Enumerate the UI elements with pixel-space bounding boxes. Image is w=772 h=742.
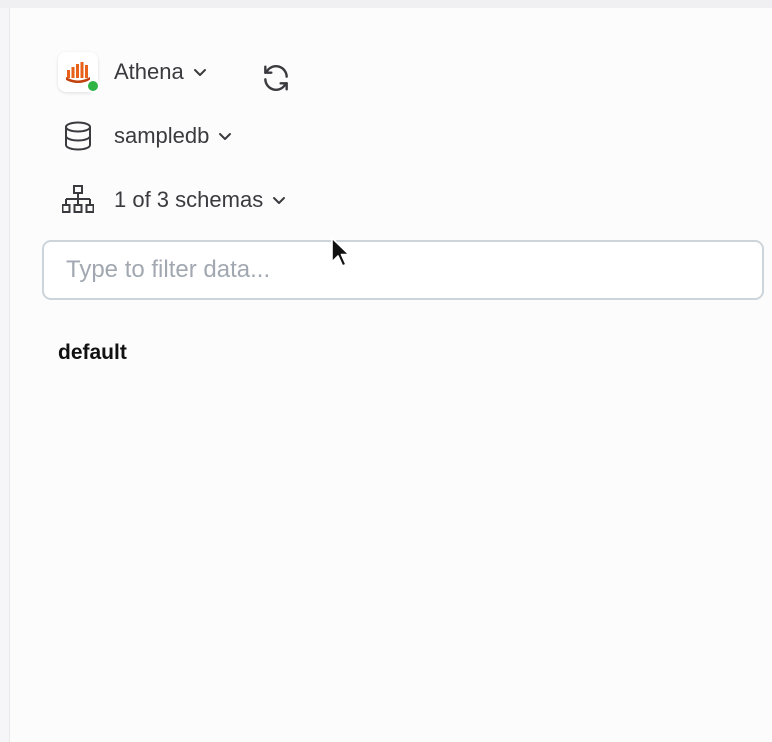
schema-selector[interactable]: 1 of 3 schemas [58,180,287,220]
hierarchy-icon [58,180,98,220]
connection-status-dot [86,79,100,93]
data-explorer-panel: Athena sampledb 1 of 3 schemas Type to f… [10,8,772,742]
connection-name: Athena [114,59,184,84]
database-icon [58,116,98,156]
top-bar [0,0,772,8]
filter-input[interactable] [42,240,764,300]
mouse-cursor-icon [331,237,350,267]
chevron-down-icon [217,128,233,144]
connection-selector[interactable]: Athena [58,52,208,93]
aws-athena-icon [58,52,100,93]
refresh-icon [264,65,288,91]
schema-list-item[interactable]: default [58,341,127,365]
database-name: sampledb [114,123,210,148]
schema-count-label: 1 of 3 schemas [114,187,264,212]
connection-logo-wrap [58,52,100,93]
refresh-button[interactable] [258,60,294,96]
chevron-down-icon [192,64,208,80]
database-selector[interactable]: sampledb [58,116,233,156]
left-gutter [0,8,10,742]
chevron-down-icon [271,192,287,208]
